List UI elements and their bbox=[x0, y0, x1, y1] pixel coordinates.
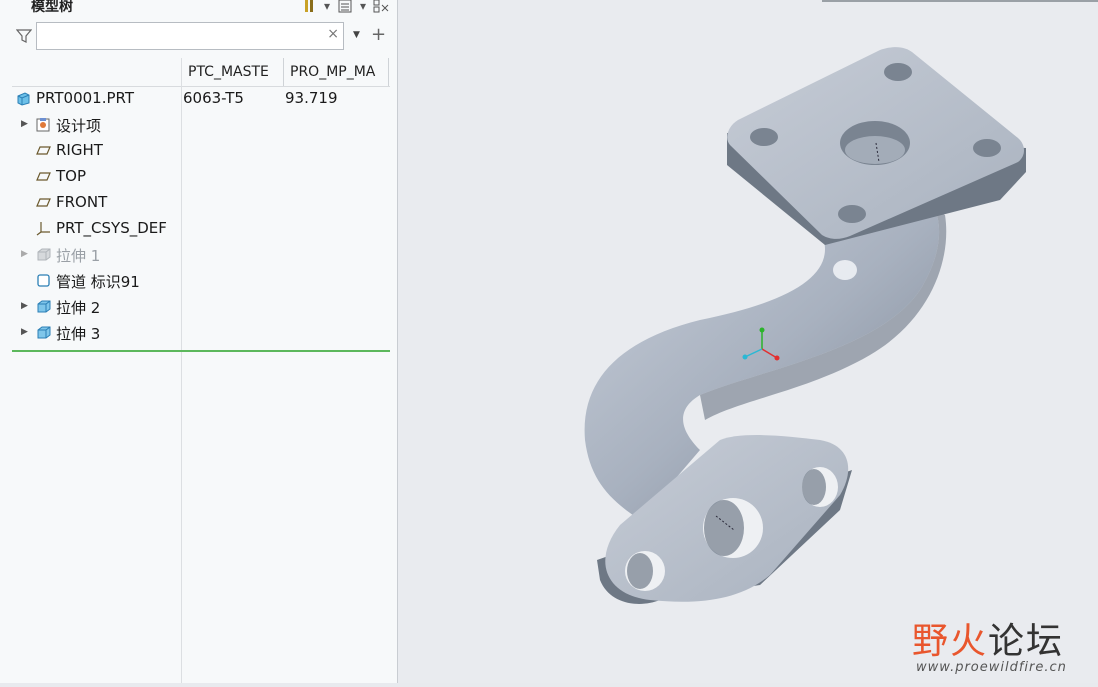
tree-item-label: 拉伸 2 bbox=[56, 299, 101, 317]
tree-item-extrude-3[interactable]: ▶ 拉伸 3 bbox=[12, 320, 390, 346]
column-header: PTC_MASTE PRO_MP_MA bbox=[12, 58, 390, 87]
search-input[interactable] bbox=[41, 24, 325, 50]
tree-item-label: TOP bbox=[56, 167, 87, 185]
tree-item-label: 设计项 bbox=[56, 117, 102, 135]
tree-item-label: RIGHT bbox=[56, 141, 103, 159]
tree-item-front[interactable]: FRONT bbox=[12, 190, 390, 216]
tree-item-csys[interactable]: PRT_CSYS_DEF bbox=[12, 216, 390, 242]
cell-pro-mp-mass: 93.719 bbox=[285, 89, 338, 107]
bottom-bolt-hole-shadow bbox=[627, 553, 653, 589]
tree-item-label: PRT_CSYS_DEF bbox=[56, 219, 167, 237]
extrude-icon bbox=[36, 299, 51, 314]
filter-row: × ▼ + bbox=[14, 22, 390, 54]
settings-dropdown-icon[interactable]: ▾ bbox=[323, 0, 331, 13]
show-columns-icon[interactable] bbox=[337, 0, 353, 13]
column-ptc-master[interactable]: PTC_MASTE bbox=[181, 58, 283, 86]
column-label: PTC_MASTE bbox=[188, 64, 269, 80]
graphics-viewport[interactable] bbox=[398, 0, 1098, 683]
tree-root-row[interactable]: PRT0001.PRT 6063-T5 93.719 bbox=[12, 86, 390, 112]
watermark-title-part2: 论坛 bbox=[988, 621, 1065, 662]
watermark-title-part1: 野火 bbox=[912, 621, 989, 662]
insert-here-line[interactable] bbox=[12, 350, 390, 352]
bolt-hole bbox=[838, 205, 866, 223]
tree-item-extrude-1[interactable]: ▶ 拉伸 1 bbox=[12, 242, 390, 268]
design-items-icon bbox=[36, 117, 51, 132]
expand-arrow-icon[interactable]: ▶ bbox=[21, 119, 28, 129]
panel-title: 模型树 bbox=[31, 0, 73, 15]
watermark-title: 野火论坛 bbox=[912, 612, 1067, 664]
watermark-logo: 野火论坛 www.proewildfire.cn bbox=[912, 612, 1067, 675]
datum-plane-icon bbox=[36, 143, 51, 158]
tree-item-label: FRONT bbox=[56, 193, 108, 211]
column-pro-mp-mass[interactable]: PRO_MP_MA bbox=[283, 58, 389, 86]
cell-ptc-master: 6063-T5 bbox=[183, 89, 244, 107]
bottom-bolt-hole-shadow bbox=[802, 469, 826, 505]
bolt-hole bbox=[750, 128, 778, 146]
pipe-icon bbox=[36, 273, 51, 288]
bolt-hole bbox=[973, 139, 1001, 157]
extrude-icon bbox=[36, 247, 51, 262]
model-tree: PRT0001.PRT 6063-T5 93.719 ▶ 设计项 RIGHT T… bbox=[12, 86, 390, 346]
search-box: × bbox=[36, 22, 344, 50]
tree-item-top[interactable]: TOP bbox=[12, 164, 390, 190]
clear-icon[interactable]: × bbox=[327, 26, 339, 42]
show-dropdown-icon[interactable]: ▾ bbox=[359, 0, 367, 13]
settings-icon[interactable] bbox=[301, 0, 317, 13]
viewport-top-rule bbox=[822, 0, 1098, 2]
tree-item-pipe[interactable]: 管道 标识91 bbox=[12, 268, 390, 294]
tree-item-design-items[interactable]: ▶ 设计项 bbox=[12, 112, 390, 138]
panel-toolbar: ▾ ▾ bbox=[301, 0, 389, 13]
watermark-url: www.proewildfire.cn bbox=[916, 660, 1067, 675]
column-label: PRO_MP_MA bbox=[290, 64, 376, 80]
add-filter-icon[interactable]: + bbox=[371, 24, 386, 45]
extrude-icon bbox=[36, 325, 51, 340]
part-icon bbox=[16, 91, 31, 106]
csys-icon bbox=[36, 221, 51, 236]
datum-plane-icon bbox=[36, 195, 51, 210]
filter-funnel-icon[interactable] bbox=[15, 28, 33, 48]
expand-arrow-icon[interactable]: ▶ bbox=[21, 327, 28, 337]
tree-item-label: 管道 标识91 bbox=[56, 273, 140, 291]
tree-item-extrude-2[interactable]: ▶ 拉伸 2 bbox=[12, 294, 390, 320]
expand-arrow-icon[interactable]: ▶ bbox=[21, 249, 28, 259]
3d-model-view[interactable] bbox=[398, 0, 1098, 683]
tree-filter-icon[interactable] bbox=[373, 0, 389, 13]
tree-item-label: 拉伸 1 bbox=[56, 247, 101, 265]
tree-item-label: 拉伸 3 bbox=[56, 325, 101, 343]
tree-item-label: PRT0001.PRT bbox=[36, 89, 135, 107]
top-center-hole-inner bbox=[845, 136, 905, 164]
filter-dropdown-icon[interactable]: ▼ bbox=[353, 30, 360, 40]
bolt-hole bbox=[884, 63, 912, 81]
model-tree-panel: 模型树 ▾ ▾ × ▼ + PTC_MASTE PRO_MP_MA PRT000… bbox=[0, 0, 398, 683]
datum-plane-icon bbox=[36, 169, 51, 184]
bottom-center-hole-shadow bbox=[704, 500, 744, 556]
bend-highlight bbox=[833, 260, 857, 280]
tree-item-right[interactable]: RIGHT bbox=[12, 138, 390, 164]
expand-arrow-icon[interactable]: ▶ bbox=[21, 301, 28, 311]
